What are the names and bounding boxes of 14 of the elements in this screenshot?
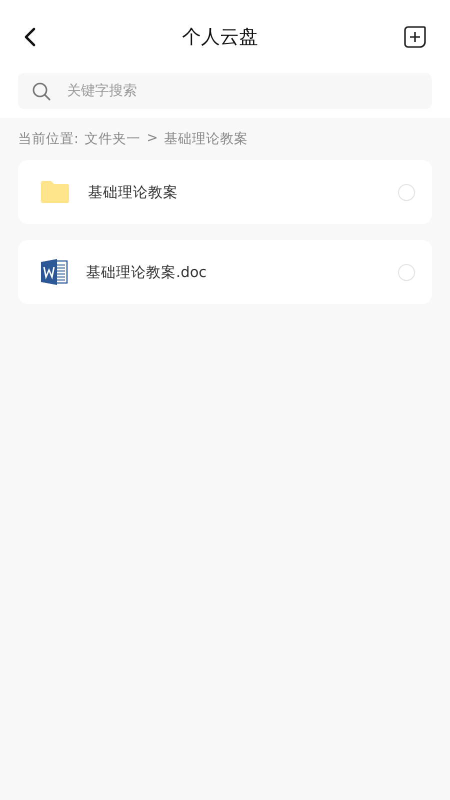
file-card[interactable]: 基础理论教案.doc bbox=[18, 240, 432, 304]
file-card[interactable]: 基础理论教案 bbox=[18, 160, 432, 224]
folder-icon bbox=[40, 180, 70, 204]
back-icon[interactable] bbox=[24, 26, 36, 46]
breadcrumb-separator: > bbox=[146, 130, 158, 148]
file-name: 基础理论教案.doc bbox=[86, 264, 208, 282]
page-title: 个人云盘 bbox=[182, 24, 258, 50]
add-icon[interactable] bbox=[404, 26, 426, 48]
select-radio[interactable] bbox=[398, 264, 415, 280]
file-name: 基础理论教案 bbox=[88, 184, 179, 202]
search-field[interactable]: 关键字搜索 bbox=[18, 73, 432, 109]
location-label: 当前位置: bbox=[18, 130, 79, 148]
document-icon bbox=[40, 258, 68, 286]
select-radio[interactable] bbox=[398, 184, 415, 200]
